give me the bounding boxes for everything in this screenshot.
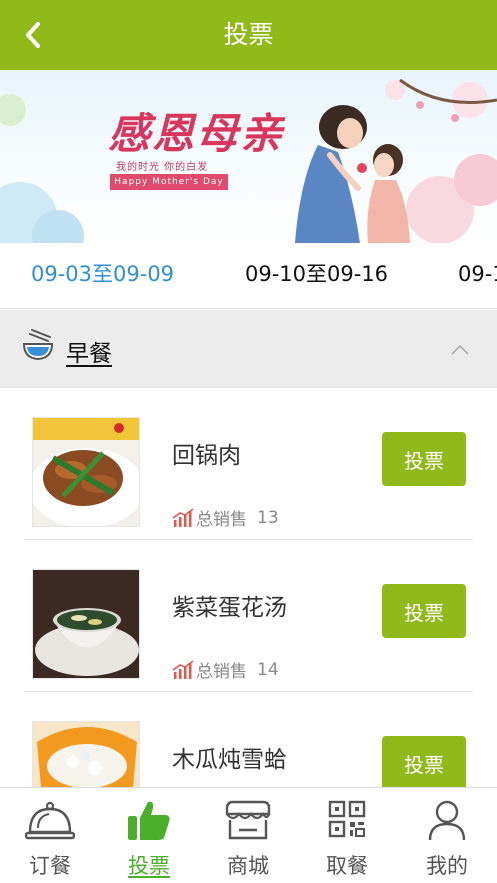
sales-label: 总销售	[196, 662, 247, 682]
week-tab-1[interactable]: 09-03至09-09	[31, 243, 174, 308]
trend-up-icon	[172, 659, 194, 679]
vote-button[interactable]: 投票	[382, 736, 466, 788]
dish-image	[32, 721, 140, 788]
week-selector: 09-03至09-09 09-10至09-16 09-1	[0, 243, 497, 309]
banner-tagline: Happy Mother's Day	[110, 174, 228, 190]
dish-list: 回锅肉 总销售 13 投票 紫菜蛋花汤 总销售 14 投票 木瓜炖雪蛤 投票	[0, 388, 497, 788]
list-item: 回锅肉 总销售 13 投票	[0, 388, 497, 540]
tab-mall[interactable]: 商城	[198, 788, 298, 883]
top-navigation-bar: 投票	[0, 0, 497, 70]
section-title: 早餐	[66, 341, 112, 367]
breakfast-section-header[interactable]: 早餐	[0, 310, 497, 388]
list-item: 紫菜蛋花汤 总销售 14 投票	[0, 540, 497, 692]
sales-label: 总销售	[196, 510, 247, 530]
tab-label: 投票	[128, 854, 170, 878]
bowl-icon	[22, 329, 54, 361]
dish-name: 木瓜炖雪蛤	[172, 747, 287, 773]
tab-order[interactable]: 订餐	[0, 788, 100, 883]
tab-pickup[interactable]: 取餐	[297, 788, 397, 883]
banner-title: 感恩母亲	[108, 109, 285, 158]
sales-info: 总销售 13	[172, 505, 279, 530]
tab-vote[interactable]: 投票	[99, 788, 199, 883]
sales-info: 总销售 14	[172, 657, 279, 682]
week-tab-3[interactable]: 09-1	[458, 243, 497, 308]
dish-image	[32, 417, 140, 527]
vote-button[interactable]: 投票	[382, 432, 466, 486]
dish-name: 回锅肉	[172, 443, 241, 469]
mothers-day-banner[interactable]: 感恩母亲 我的时光 你的白发 Happy Mother's Day	[0, 70, 497, 243]
chevron-up-icon[interactable]	[450, 344, 470, 356]
tab-mine[interactable]: 我的	[397, 788, 497, 883]
thumbs-up-icon	[128, 801, 170, 840]
store-icon	[225, 800, 271, 840]
sales-count: 14	[257, 659, 279, 680]
page-title: 投票	[223, 20, 274, 49]
vote-button[interactable]: 投票	[382, 584, 466, 638]
qr-code-icon	[328, 800, 366, 838]
user-icon	[428, 800, 466, 841]
tab-label: 取餐	[326, 854, 368, 878]
dish-name: 紫菜蛋花汤	[172, 595, 287, 621]
sales-count: 13	[257, 507, 279, 528]
week-tab-2[interactable]: 09-10至09-16	[245, 243, 388, 308]
tab-label: 我的	[426, 854, 468, 878]
bottom-tab-bar: 订餐 投票 商城 取餐 我的	[0, 787, 497, 883]
list-item: 木瓜炖雪蛤 投票	[0, 692, 497, 788]
dish-image	[32, 569, 140, 679]
cloche-icon	[25, 801, 75, 840]
banner-subtitle: 我的时光 你的白发	[116, 162, 209, 173]
trend-up-icon	[172, 507, 194, 527]
tab-label: 订餐	[29, 854, 71, 878]
tab-label: 商城	[227, 854, 269, 878]
